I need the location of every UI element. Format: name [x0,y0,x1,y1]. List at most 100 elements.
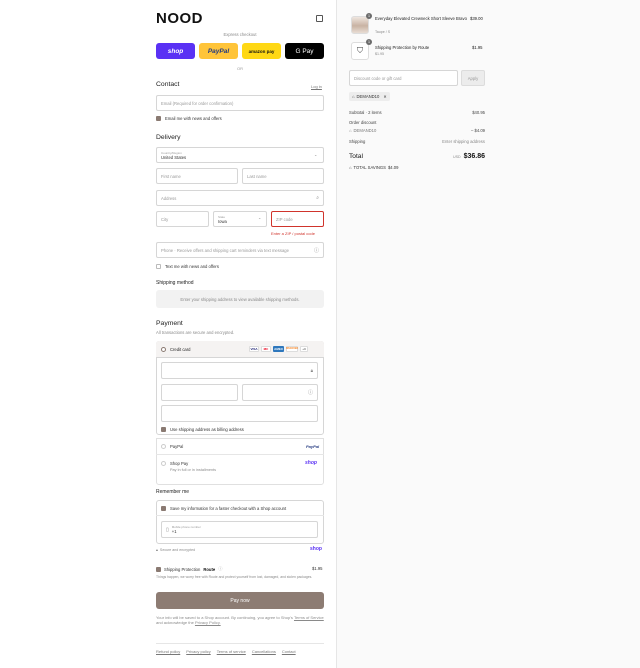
terms-of-service-footer-link[interactable]: Terms of service [217,649,246,654]
billing-same-label: Use shipping address as billing address [170,427,244,432]
help-circle-icon[interactable]: ⓘ [314,247,319,254]
save-info-checkbox-row[interactable]: Save my information for a faster checkou… [161,506,286,511]
card-number-field[interactable]: 🔒︎ [161,362,318,379]
address-field[interactable]: Address ⌕ [156,190,324,206]
subtotal-row: Subtotal · 2 items $40.95 [349,110,485,115]
expiration-date-field[interactable] [161,384,238,401]
total-row: Total USD $36.86 [349,153,485,160]
subtotal-label: Subtotal · 2 items [349,110,382,115]
total-savings-label: TOTAL SAVINGS [353,165,386,170]
order-discount-label: Order discount [349,120,377,125]
help-circle-icon[interactable]: ⓘ [308,389,313,396]
paypal-label: PayPal [207,47,230,55]
brand-logo[interactable]: NOOD [156,10,203,27]
first-name-field[interactable]: First name [156,168,238,184]
privacy-policy-link[interactable]: Privacy Policy. [195,620,221,625]
checkout-form-column: NOOD Express checkout shop PayPal amazon… [0,0,336,668]
remember-me-heading: Remember me [156,489,190,495]
shop-pay-option[interactable]: Shop Pay [161,461,188,466]
email-field[interactable]: Email (Required for order confirmation) [156,95,324,111]
order-discount-row: ⌂ DEMAND10 – $4.09 [349,128,485,133]
email-news-checkbox[interactable] [156,116,161,121]
apply-label: Apply [467,75,479,81]
or-divider: OR [237,66,243,71]
phone-placeholder: Phone · Receive offers and shipping cart… [161,247,289,253]
discount-code-field[interactable]: Discount code or gift card [349,70,458,86]
last-name-field[interactable]: Last name [242,168,324,184]
credit-card-radio[interactable] [161,347,166,352]
package-shield-icon: ⛉ [357,46,363,55]
save-info-label: Save my information for a faster checkou… [170,506,287,511]
shipping-protection-label: Shipping Protection [164,566,201,572]
total-savings: ⌂ TOTAL SAVINGS $4.09 [349,165,398,170]
zip-field[interactable]: ZIP code [271,211,324,227]
shop-pay-button[interactable]: shop [156,43,195,59]
legal-and-text: and acknowledge the [156,620,194,626]
refund-policy-link[interactable]: Refund policy [156,649,180,654]
apply-discount-button[interactable]: Apply [461,70,485,86]
product-title: Everyday Elevated Crewneck Short Sleeve … [375,16,467,21]
credit-card-radio-row[interactable]: Credit card [161,347,190,352]
contact-link[interactable]: Contact [282,649,296,654]
billing-same-checkbox-row[interactable]: Use shipping address as billing address [161,427,244,432]
shipping-protection-description: Things happen, we worry free with Route … [156,575,313,579]
product-thumbnail [351,16,369,34]
currency-code: USD [452,155,461,159]
text-news-checkbox[interactable] [156,264,161,269]
paypal-option-label: PayPal [170,444,184,449]
payment-subtitle: All transactions are secure and encrypte… [156,330,235,335]
shopping-bag-icon[interactable] [316,15,323,22]
email-placeholder: Email (Required for order confirmation) [161,100,234,106]
email-news-checkbox-row[interactable]: Email me with news and offers [156,116,222,121]
contact-heading: Contact [156,81,180,88]
footer-links: Refund policy Privacy policy Terms of se… [156,649,296,654]
secure-encrypted-label: Secure and encrypted [159,548,196,552]
shop-pay-logo-icon: shop [305,460,317,466]
save-info-checkbox[interactable] [161,506,166,511]
total-savings-value: $4.09 [387,165,399,170]
terms-of-service-link[interactable]: Terms of Service [294,615,324,620]
paypal-logo-icon: PayPal [306,444,320,449]
country-select[interactable]: Country/Region United States [156,147,324,163]
privacy-policy-footer-link[interactable]: Privacy policy [186,649,210,654]
shop-pay-radio[interactable] [161,461,166,466]
shipping-protection-checkbox[interactable] [156,566,161,572]
first-name-placeholder: First name [161,173,181,179]
paypal-radio[interactable] [161,444,166,449]
city-field[interactable]: City [156,211,209,227]
amazon-pay-button[interactable]: amazon pay [242,43,281,59]
item-quantity-badge: 1 [366,13,372,19]
shipping-method-heading: Shipping method [156,280,194,286]
cancellations-link[interactable]: Cancellations [252,649,276,654]
paypal-button[interactable]: PayPal [199,43,238,59]
product-price: $39.00 [470,16,483,21]
state-chevron-icon: ⌄ [258,215,262,220]
text-news-checkbox-row[interactable]: Text me with news and offers [156,264,219,269]
secure-encrypted-note: 🔒︎ Secure and encrypted [156,548,195,552]
express-checkout-label: Express checkout [223,32,257,37]
google-pay-label: G Pay [295,47,314,55]
billing-same-checkbox[interactable] [161,427,166,432]
google-pay-button[interactable]: G Pay [285,43,324,59]
mobile-phone-field[interactable]: ▯ Mobile phone number +1 [161,521,318,538]
amazon-pay-label: amazon pay [248,48,275,54]
security-code-field[interactable]: ⓘ [242,384,318,401]
pay-now-button[interactable]: Pay now [156,592,324,609]
shipping-protection-thumbnail: ⛉ [351,42,369,60]
last-name-placeholder: Last name [247,173,267,179]
subtotal-value: $40.95 [472,110,485,115]
shipping-label: Shipping [349,139,366,144]
shipping-protection-row[interactable]: Shipping Protection Route ⓘ [156,566,222,572]
remember-divider [156,515,324,516]
info-icon[interactable]: ⓘ [218,566,222,572]
zip-error-message: Enter a ZIP / postal code [271,231,315,236]
country-value: United States [161,154,187,160]
discover-icon: DISCOVER [286,346,298,352]
paypal-option[interactable]: PayPal [161,444,183,449]
tag-icon: ⌂ [352,94,355,99]
name-on-card-field[interactable] [161,405,318,422]
phone-field[interactable]: Phone · Receive offers and shipping cart… [156,242,324,258]
remove-discount-icon[interactable]: ✕ [383,94,387,99]
login-link[interactable]: Log in [311,84,322,89]
search-icon: ⌕ [316,195,319,201]
